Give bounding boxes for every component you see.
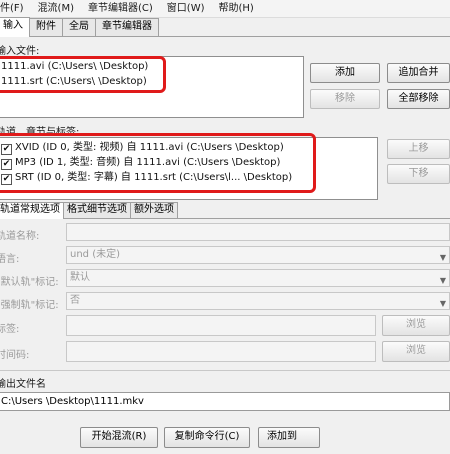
start-muxing-button[interactable]: 开始混流(R) [80, 427, 158, 448]
chevron-down-icon: ▼ [439, 276, 446, 285]
tab-extra-options[interactable]: 额外选项 [130, 202, 178, 218]
language-select[interactable]: und (未定) ▼ [66, 246, 450, 264]
menu-mux[interactable]: 混流(M) [31, 0, 81, 18]
default-flag-value: 默认 [70, 272, 90, 283]
tab-input[interactable]: 输入 [0, 17, 30, 37]
main-tab-bar: 输入 附件 全局 章节编辑器 [0, 17, 450, 37]
append-button[interactable]: 追加合并 [387, 63, 450, 83]
output-filename-input[interactable]: C:\Users \Desktop\1111.mkv [0, 392, 450, 411]
language-label: 语言: [0, 254, 20, 265]
forced-flag-value: 否 [70, 295, 80, 306]
forced-flag-label: "强制轨"标记: [0, 300, 59, 311]
menu-file[interactable]: 件(F) [0, 0, 31, 18]
chevron-down-icon: ▼ [439, 253, 446, 262]
add-to-job-queue-button[interactable]: 添加到 [258, 427, 320, 448]
copy-command-line-button[interactable]: 复制命令行(C) [164, 427, 250, 448]
move-up-button[interactable]: 上移 [387, 139, 450, 159]
tab-attachments[interactable]: 附件 [29, 18, 63, 36]
default-flag-label: "默认轨"标记: [0, 277, 59, 288]
track-name-label: 轨道名称: [0, 231, 40, 242]
tab-global[interactable]: 全局 [62, 18, 96, 36]
input-files-highlight [0, 56, 166, 93]
remove-file-button[interactable]: 移除 [310, 89, 380, 109]
menu-bar: 件(F) 混流(M) 章节编辑器(C) 窗口(W) 帮助(H) [0, 0, 450, 18]
menu-help[interactable]: 帮助(H) [212, 0, 261, 18]
forced-flag-select[interactable]: 否 ▼ [66, 292, 450, 310]
tracks-highlight [0, 133, 316, 193]
output-filename-label: 输出文件名 [0, 379, 46, 390]
add-file-button[interactable]: 添加 [310, 63, 380, 83]
input-files-label: 输入文件: [0, 46, 40, 57]
tags-label: 标签: [0, 324, 20, 335]
language-value: und (未定) [70, 249, 121, 260]
menu-chapter-editor[interactable]: 章节编辑器(C) [81, 0, 160, 18]
output-divider [0, 370, 450, 371]
tab-chapter-editor[interactable]: 章节编辑器 [95, 18, 159, 36]
options-tab-bar: 轨道常规选项 格式细节选项 额外选项 [0, 202, 450, 219]
timecodes-input[interactable] [66, 341, 376, 362]
track-name-input[interactable] [66, 223, 450, 241]
tab-track-general[interactable]: 轨道常规选项 [0, 202, 64, 219]
default-flag-select[interactable]: 默认 ▼ [66, 269, 450, 287]
timecodes-label: 时间码: [0, 350, 30, 361]
chevron-down-icon: ▼ [439, 299, 446, 308]
remove-all-button[interactable]: 全部移除 [387, 89, 450, 109]
output-filename-value: C:\Users \Desktop\1111.mkv [1, 396, 144, 407]
tags-browse-button[interactable]: 浏览 [382, 315, 450, 336]
menu-window[interactable]: 窗口(W) [160, 0, 212, 18]
move-down-button[interactable]: 下移 [387, 164, 450, 184]
timecodes-browse-button[interactable]: 浏览 [382, 341, 450, 362]
tags-input[interactable] [66, 315, 376, 336]
tab-format-details[interactable]: 格式细节选项 [63, 202, 131, 218]
